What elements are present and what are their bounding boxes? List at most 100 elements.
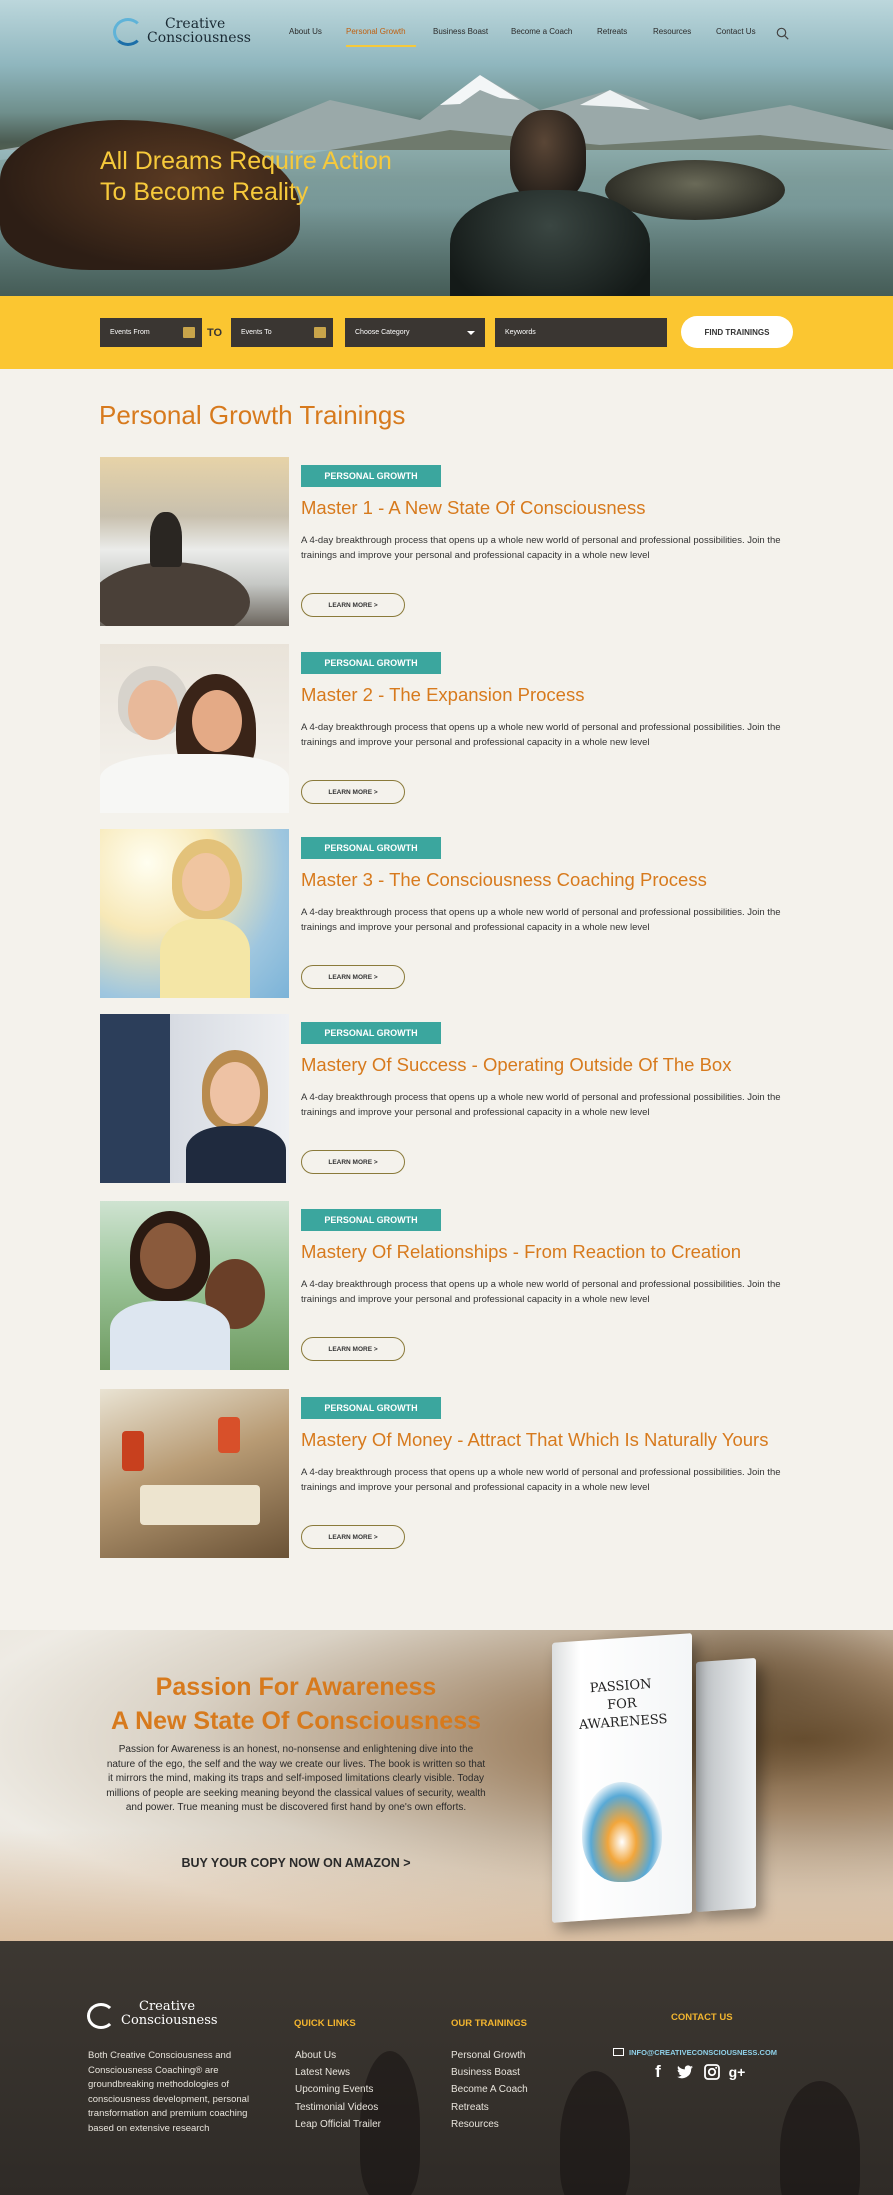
footer-link[interactable]: About Us xyxy=(295,2047,381,2064)
training-title[interactable]: Mastery Of Money - Attract That Which Is… xyxy=(301,1429,768,1451)
twitter-icon[interactable] xyxy=(676,2063,694,2081)
our-trainings-heading: OUR TRAININGS xyxy=(451,2018,527,2029)
footer-about-text: Both Creative Consciousness and Consciou… xyxy=(88,2050,250,2134)
category-tag[interactable]: PERSONAL GROWTH xyxy=(301,465,441,487)
photo-shirt xyxy=(100,754,289,813)
promo-title: Passion For Awareness A New State Of Con… xyxy=(96,1670,496,1738)
training-photo[interactable] xyxy=(100,457,289,626)
photo-face xyxy=(140,1223,196,1289)
learn-more-button[interactable]: LEARN MORE > xyxy=(301,965,405,989)
quick-links-list: About Us Latest News Upcoming Events Tes… xyxy=(295,2047,381,2133)
main-nav: About Us Personal Growth Business Boast … xyxy=(0,27,893,47)
photo-person xyxy=(150,512,182,567)
facebook-icon[interactable]: f xyxy=(649,2063,667,2081)
training-description: A 4-day breakthrough process that opens … xyxy=(301,1279,781,1305)
hero-title: All Dreams Require Action To Become Real… xyxy=(100,146,392,208)
training-photo[interactable] xyxy=(100,829,289,998)
nav-active-underline xyxy=(346,45,416,47)
learn-more-button[interactable]: LEARN MORE > xyxy=(301,1337,405,1361)
quick-links-heading: QUICK LINKS xyxy=(294,2018,356,2029)
footer-logo[interactable]: Creative Consciousness xyxy=(87,1999,237,2035)
section-title: Personal Growth Trainings xyxy=(99,400,406,430)
training-photo[interactable] xyxy=(100,1201,289,1370)
category-tag[interactable]: PERSONAL GROWTH xyxy=(301,1022,441,1044)
book-title-line1: PASSION xyxy=(589,1676,653,1697)
nav-item-business-boast[interactable]: Business Boast xyxy=(433,27,488,36)
footer-link[interactable]: Retreats xyxy=(451,2099,528,2116)
training-photo[interactable] xyxy=(100,644,289,813)
photo-face xyxy=(210,1062,260,1124)
photo-rock xyxy=(100,562,250,626)
category-select[interactable]: Choose Category xyxy=(345,318,485,347)
buy-on-amazon-link[interactable]: BUY YOUR COPY NOW ON AMAZON > xyxy=(96,1856,496,1870)
training-photo[interactable] xyxy=(100,1014,289,1183)
events-from-field[interactable]: Events From xyxy=(100,318,202,347)
footer-link[interactable]: Resources xyxy=(451,2116,528,2133)
nav-item-about-us[interactable]: About Us xyxy=(289,27,322,36)
book-flame-artwork xyxy=(582,1782,662,1882)
training-photo[interactable] xyxy=(100,1389,289,1558)
nav-item-become-a-coach[interactable]: Become a Coach xyxy=(511,27,572,36)
training-title[interactable]: Master 1 - A New State Of Consciousness xyxy=(301,497,645,519)
footer-link[interactable]: Latest News xyxy=(295,2064,381,2081)
footer-background-figure xyxy=(560,2071,630,2195)
search-icon[interactable] xyxy=(776,27,789,40)
training-title[interactable]: Mastery Of Success - Operating Outside O… xyxy=(301,1054,731,1076)
photo-face xyxy=(128,680,178,740)
training-title[interactable]: Master 3 - The Consciousness Coaching Pr… xyxy=(301,869,707,891)
learn-more-button[interactable]: LEARN MORE > xyxy=(301,593,405,617)
date-range-to-label: TO xyxy=(207,327,223,339)
photo-shirt xyxy=(110,1301,230,1370)
book-title-line2: FOR xyxy=(606,1695,638,1714)
events-from-placeholder: Events From xyxy=(110,329,150,336)
learn-more-button[interactable]: LEARN MORE > xyxy=(301,1150,405,1174)
footer-link[interactable]: Become A Coach xyxy=(451,2081,528,2098)
training-card: PERSONAL GROWTH Mastery Of Relationships… xyxy=(100,1201,800,1371)
promo-title-line1: Passion For Awareness xyxy=(155,1673,437,1701)
nav-item-resources[interactable]: Resources xyxy=(653,27,691,36)
nav-item-personal-growth[interactable]: Personal Growth xyxy=(346,27,406,36)
category-tag[interactable]: PERSONAL GROWTH xyxy=(301,837,441,859)
nav-item-contact-us[interactable]: Contact Us xyxy=(716,27,756,36)
find-trainings-button[interactable]: FIND TRAININGS xyxy=(681,316,793,348)
promo-description: Passion for Awareness is an honest, no-n… xyxy=(106,1744,486,1813)
instagram-icon[interactable] xyxy=(703,2063,721,2081)
footer-link[interactable]: Testimonial Videos xyxy=(295,2099,381,2116)
training-title[interactable]: Mastery Of Relationships - From Reaction… xyxy=(301,1241,741,1263)
category-tag[interactable]: PERSONAL GROWTH xyxy=(301,1397,441,1419)
photo-shirt xyxy=(160,919,250,998)
contact-us-heading: CONTACT US xyxy=(671,2012,733,2023)
footer-link[interactable]: Business Boast xyxy=(451,2064,528,2081)
training-filter-bar: Events From TO Events To Choose Category… xyxy=(0,296,893,369)
calendar-icon[interactable] xyxy=(183,327,195,338)
mail-icon xyxy=(613,2048,624,2056)
keywords-placeholder: Keywords xyxy=(505,329,536,336)
book-cover-back[interactable] xyxy=(696,1657,756,1913)
footer-link[interactable]: Leap Official Trailer xyxy=(295,2116,381,2133)
training-description: A 4-day breakthrough process that opens … xyxy=(301,1092,781,1118)
learn-more-button[interactable]: LEARN MORE > xyxy=(301,780,405,804)
training-title[interactable]: Master 2 - The Expansion Process xyxy=(301,684,584,706)
category-tag[interactable]: PERSONAL GROWTH xyxy=(301,1209,441,1231)
contact-email-link[interactable]: INFO@CREATIVECONSCIOUSNESS.COM xyxy=(629,2048,777,2057)
training-description: A 4-day breakthrough process that opens … xyxy=(301,1467,781,1493)
footer-link[interactable]: Upcoming Events xyxy=(295,2081,381,2098)
training-description: A 4-day breakthrough process that opens … xyxy=(301,535,781,561)
nav-item-retreats[interactable]: Retreats xyxy=(597,27,627,36)
category-tag[interactable]: PERSONAL GROWTH xyxy=(301,652,441,674)
learn-more-button[interactable]: LEARN MORE > xyxy=(301,1525,405,1549)
calendar-icon[interactable] xyxy=(314,327,326,338)
site-footer: Creative Consciousness Both Creative Con… xyxy=(0,1941,893,2195)
person-body xyxy=(450,190,650,296)
photo-drink xyxy=(218,1417,240,1453)
hero-title-line2: To Become Reality xyxy=(100,178,309,206)
footer-link[interactable]: Personal Growth xyxy=(451,2047,528,2064)
google-plus-icon[interactable]: g+ xyxy=(728,2063,746,2081)
events-to-field[interactable]: Events To xyxy=(231,318,333,347)
book-cover-title: PASSION FOR AWARENESS xyxy=(575,1675,669,1735)
training-description: A 4-day breakthrough process that opens … xyxy=(301,722,781,748)
footer-logo-line1: Creative xyxy=(139,1999,196,2014)
footer-background-figure xyxy=(780,2081,860,2195)
training-card: PERSONAL GROWTH Mastery Of Money - Attra… xyxy=(100,1389,800,1559)
keywords-input[interactable]: Keywords xyxy=(495,318,667,347)
